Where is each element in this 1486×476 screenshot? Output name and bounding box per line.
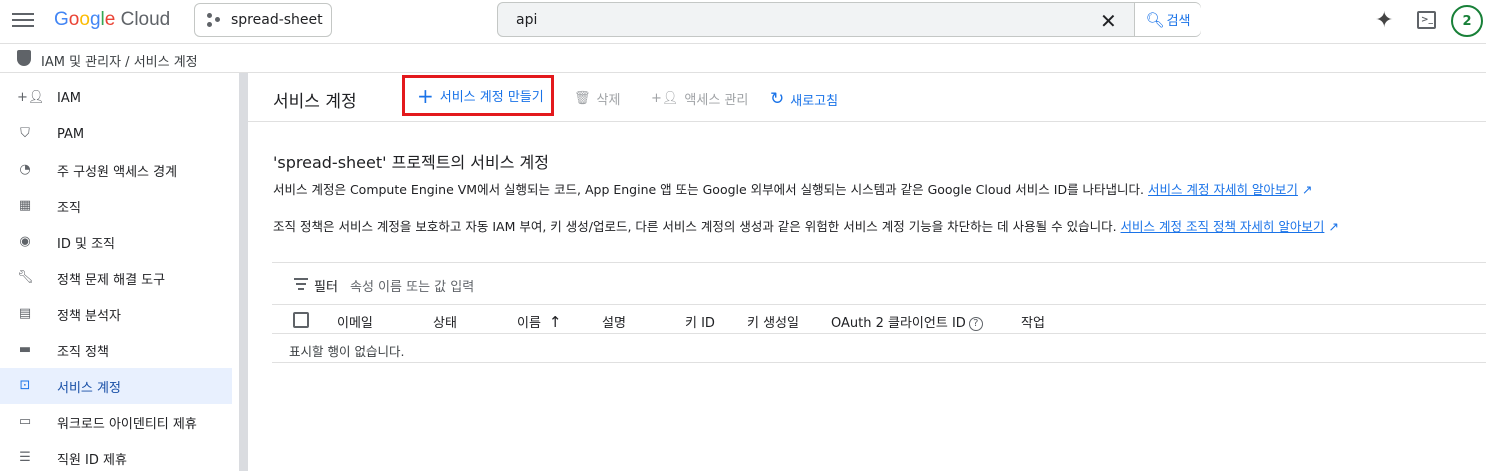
filter-input[interactable]: 속성 이름 또는 값 입력 — [350, 276, 474, 295]
plus-icon: + — [417, 83, 434, 108]
select-all-checkbox[interactable] — [293, 312, 309, 328]
delete-label: 삭제 — [596, 93, 621, 108]
help-icon[interactable]: ? — [968, 316, 983, 331]
sidebar: +👤︎ IAM ⛉ PAM ◔ 주 구성원 액세스 경계 ▦ 조직 ◉ ID 및 조직 🔧︎ 정책 문… — [0, 73, 240, 471]
sidebar-item[interactable]: ▭ 워크로드 아이덴티티 제휴 — [0, 404, 232, 440]
sidebar-item-label: 직원 ID 제휴 — [57, 452, 127, 468]
access-boundary-icon: ◔ — [19, 162, 31, 177]
search-input[interactable]: api — [516, 12, 537, 28]
sidebar-item-label: 조직 — [57, 200, 81, 216]
sidebar-item-label: PAM — [57, 126, 85, 142]
main-menu-icon[interactable] — [12, 10, 34, 32]
document-icon: ▬ — [18, 342, 32, 357]
sidebar-item-label: 주 구성원 액세스 경계 — [57, 164, 178, 180]
description-2: 조직 정책은 서비스 계정을 보호하고 자동 IAM 부여, 키 생성/업로드,… — [273, 216, 1339, 235]
column-oauth-label: OAuth 2 클라이언트 ID — [831, 316, 966, 331]
logo-google: Google — [54, 9, 116, 30]
refresh-button[interactable]: ↻ 새로고침 — [770, 89, 838, 109]
list-icon: ☰ — [19, 450, 31, 465]
delete-button[interactable]: 🗑 삭제 — [574, 89, 620, 108]
description-2-text: 조직 정책은 서비스 계정을 보호하고 자동 IAM 부여, 키 생성/업로드,… — [273, 219, 1117, 234]
shield-icon — [17, 50, 31, 66]
column-key-created[interactable]: 키 생성일 — [747, 312, 799, 331]
person-add-icon: +👤︎ — [17, 90, 45, 105]
google-cloud-logo[interactable]: Google Cloud — [54, 9, 170, 31]
policy-analyzer-icon: ▤ — [18, 306, 32, 321]
search-box[interactable]: api ✕ 🔍︎ 검색 — [497, 2, 1201, 37]
column-name-label: 이름 — [517, 316, 541, 331]
sidebar-item[interactable]: ⊡ 서비스 계정 — [0, 368, 232, 404]
external-link-icon: ↗ — [1297, 182, 1313, 197]
avatar[interactable]: 2 — [1451, 5, 1483, 37]
empty-row: 표시할 행이 없습니다. — [272, 334, 1486, 363]
table-header: 이메일 상태 이름 ↑ 설명 키 ID 키 생성일 OAuth 2 클라이언트 I… — [272, 305, 1486, 334]
sidebar-item-label: 정책 분석자 — [57, 308, 121, 324]
trash-icon: 🗑 — [574, 91, 591, 106]
column-status[interactable]: 상태 — [433, 312, 457, 331]
page-header: 서비스 계정 + 서비스 계정 만들기 🗑 삭제 +👤︎ 액세스 관리 ↻ 새로… — [248, 73, 1486, 122]
breadcrumb: IAM 및 관리자 / 서비스 계정 — [0, 44, 1486, 73]
empty-message: 표시할 행이 없습니다. — [289, 344, 405, 359]
create-label: 서비스 계정 만들기 — [439, 90, 544, 105]
shield-icon: ⛉ — [20, 126, 30, 141]
logo-cloud: Cloud — [120, 9, 171, 30]
sidebar-item-label: IAM — [57, 90, 81, 106]
create-service-account-button[interactable]: + 서비스 계정 만들기 — [402, 75, 554, 116]
breadcrumb-text[interactable]: IAM 및 관리자 / 서비스 계정 — [41, 51, 198, 70]
sidebar-item[interactable]: 🔧︎ 정책 문제 해결 도구 — [0, 260, 232, 296]
sidebar-item-label: 워크로드 아이덴티티 제휴 — [57, 416, 197, 432]
sidebar-item[interactable]: ◔ 주 구성원 액세스 경계 — [0, 152, 232, 188]
column-description[interactable]: 설명 — [602, 312, 626, 331]
account-circle-icon: ◉ — [19, 234, 31, 249]
column-name[interactable]: 이름 ↑ — [517, 312, 562, 331]
sidebar-item[interactable]: +👤︎ IAM — [0, 80, 232, 116]
filter-label: 필터 — [314, 280, 338, 295]
external-link-icon: ↗ — [1324, 219, 1339, 234]
column-key-id[interactable]: 키 ID — [685, 312, 715, 331]
sidebar-scrollbar[interactable] — [239, 73, 248, 471]
column-email[interactable]: 이메일 — [337, 312, 373, 331]
description-1: 서비스 계정은 Compute Engine VM에서 실행되는 코드, App… — [273, 179, 1312, 198]
sidebar-item-label: 정책 문제 해결 도구 — [57, 272, 166, 288]
clear-search-icon[interactable]: ✕ — [1100, 9, 1117, 33]
wrench-icon: 🔧︎ — [17, 270, 34, 285]
project-icon — [207, 13, 221, 27]
page-title: 서비스 계정 — [273, 92, 357, 112]
org-policy-learn-more-link[interactable]: 서비스 계정 조직 정책 자세히 알아보기 — [1121, 219, 1325, 234]
search-button-label: 검색 — [1166, 14, 1191, 29]
top-bar: Google Cloud spread-sheet api ✕ 🔍︎ 검색 ✦ … — [0, 0, 1486, 44]
manage-access-button[interactable]: +👤︎ 액세스 관리 — [651, 89, 748, 108]
filter-bar[interactable]: 필터 속성 이름 또는 값 입력 — [272, 262, 1486, 305]
sidebar-item[interactable]: ⛉ PAM — [0, 116, 232, 152]
search-button[interactable]: 🔍︎ 검색 — [1134, 3, 1201, 36]
project-picker[interactable]: spread-sheet — [194, 3, 332, 37]
column-actions: 작업 — [1021, 316, 1045, 331]
project-name: spread-sheet — [231, 12, 323, 28]
refresh-icon: ↻ — [770, 89, 785, 109]
column-oauth-client-id[interactable]: OAuth 2 클라이언트 ID? — [831, 312, 983, 331]
sidebar-item[interactable]: ▬ 조직 정책 — [0, 332, 232, 368]
sidebar-item-label: ID 및 조직 — [57, 236, 115, 252]
description-1-text: 서비스 계정은 Compute Engine VM에서 실행되는 코드, App… — [273, 182, 1145, 197]
gemini-icon[interactable]: ✦ — [1375, 8, 1393, 33]
search-icon: 🔍︎ — [1145, 10, 1165, 29]
sidebar-item[interactable]: ▤ 정책 분석자 — [0, 296, 232, 332]
service-account-icon: ⊡ — [19, 378, 31, 393]
cloud-shell-icon[interactable]: >_ — [1417, 11, 1436, 29]
id-card-icon: ▭ — [18, 414, 32, 429]
person-add-icon: +👤︎ — [651, 91, 679, 106]
main-content: 서비스 계정 + 서비스 계정 만들기 🗑 삭제 +👤︎ 액세스 관리 ↻ 새로… — [248, 73, 1486, 471]
sort-ascending-icon: ↑ — [548, 313, 562, 331]
filter-icon — [294, 278, 308, 293]
learn-more-link[interactable]: 서비스 계정 자세히 알아보기 — [1148, 182, 1298, 197]
sidebar-item[interactable]: ▦ 조직 — [0, 188, 232, 224]
section-heading: 'spread-sheet' 프로젝트의 서비스 계정 — [273, 153, 549, 172]
sidebar-item[interactable]: ◉ ID 및 조직 — [0, 224, 232, 260]
refresh-label: 새로고침 — [790, 93, 839, 109]
manage-access-label: 액세스 관리 — [684, 93, 749, 108]
organization-icon: ▦ — [18, 198, 32, 213]
sidebar-item-label: 조직 정책 — [57, 344, 109, 360]
sidebar-item-label: 서비스 계정 — [57, 380, 121, 396]
service-accounts-table: 필터 속성 이름 또는 값 입력 이메일 상태 이름 ↑ 설명 키 ID 키 생성… — [272, 262, 1486, 363]
